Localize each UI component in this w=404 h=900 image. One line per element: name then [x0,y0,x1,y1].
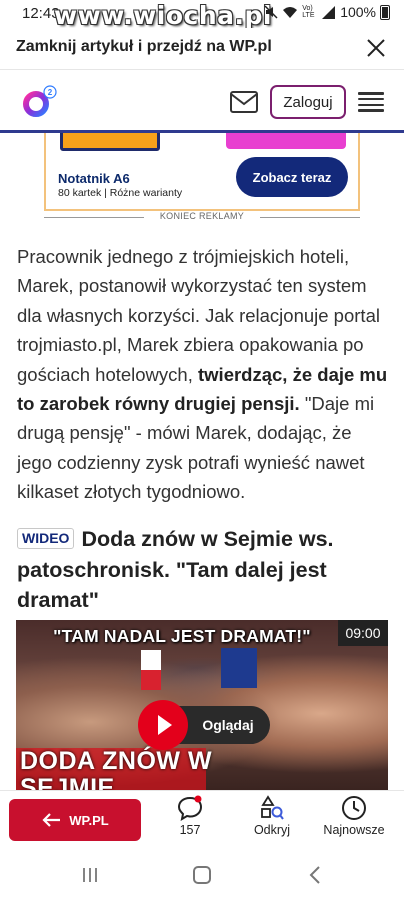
back-icon[interactable] [308,866,322,884]
watermark: www.wiocha.pl [54,1,272,30]
arrow-left-icon [42,813,61,827]
bottom-app-bar: WP.PL 157 Odkryj Najnowsze [0,790,404,850]
home-icon[interactable] [193,866,211,884]
site-header: 2 Zaloguj [0,71,404,133]
lte-indicator: Vo) LTE [302,5,315,19]
back-to-wp-label: WP.PL [69,812,109,828]
video-duration: 09:00 [338,620,388,646]
close-article-bar[interactable]: Zamknij artykuł i przejdź na WP.pl [0,28,404,70]
status-bar: 12:43 www.wiocha.pl Vo) LTE 100% [0,0,404,30]
close-article-text[interactable]: Zamknij artykuł i przejdź na WP.pl [16,38,272,56]
mute-icon [264,5,278,19]
video-heading[interactable]: WIDEO Doda znów w Sejmie ws. patoschronis… [17,524,389,616]
recent-apps-icon[interactable] [82,867,98,883]
battery-icon [380,4,390,20]
discover-label: Odkryj [253,823,291,837]
comment-icon [177,795,203,821]
clock-icon [342,796,366,820]
pl-flag [141,650,161,690]
close-icon[interactable] [364,36,388,60]
back-to-wp-button[interactable]: WP.PL [9,799,141,841]
comments-count: 157 [179,823,201,837]
newest-button[interactable]: Najnowsze [314,795,394,845]
ad-product-title: Notatnik A6 [58,171,130,186]
newest-label: Najnowsze [323,823,385,837]
eu-flag [221,648,257,688]
comments-button[interactable]: 157 [150,795,230,845]
ad-cta-button[interactable]: Zobacz teraz [236,157,348,197]
svg-text:2: 2 [48,88,53,97]
advertisement[interactable]: Notatnik A6 80 kartek | Różne warianty Z… [44,133,360,211]
play-icon[interactable] [138,700,188,750]
article-paragraph: Pracownik jednego z trójmiejskich hoteli… [17,242,389,507]
video-thumbnail[interactable]: "TAM NADAL JEST DRAMAT!" 09:00 DODA ZNÓW… [16,620,388,790]
ad-end-label: KONIEC REKLAMY [159,211,245,221]
discover-button[interactable]: Odkryj [232,795,312,845]
hamburger-icon[interactable] [358,92,384,112]
watch-button[interactable]: Oglądaj [176,706,270,744]
thumbnail-headline: "TAM NADAL JEST DRAMAT!" [53,626,311,646]
ad-notebook-image [60,133,160,151]
signal-icon [322,5,336,19]
mail-icon[interactable] [230,91,258,113]
ad-end-marker: KONIEC REKLAMY [44,210,360,224]
system-nav-bar [0,850,404,900]
status-icons: Vo) LTE 100% [264,4,390,20]
o2-logo[interactable]: 2 [22,84,58,120]
thumbnail-caption: DODA ZNÓW W SEJMIE [20,747,213,791]
video-badge: WIDEO [17,528,75,549]
discover-icon [261,795,284,820]
ad-product-image [226,133,346,149]
ad-product-subtitle: 80 kartek | Różne warianty [58,187,183,199]
login-button[interactable]: Zaloguj [270,85,346,119]
wifi-icon [283,6,298,18]
battery-percent: 100% [340,4,376,20]
